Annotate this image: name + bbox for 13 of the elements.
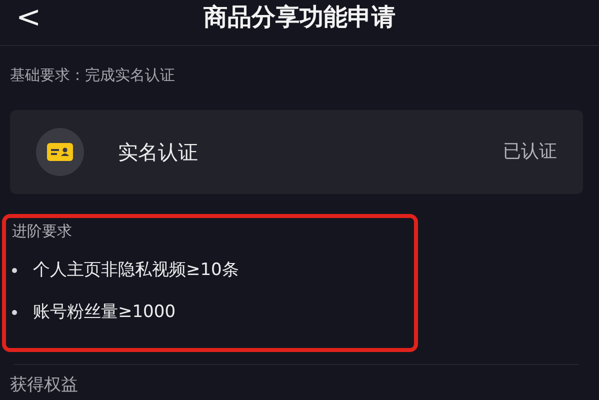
id-card-icon (36, 128, 84, 176)
bullet-icon (12, 310, 17, 315)
requirement-item: 个人主页非隐私视频≥10条 (33, 259, 239, 282)
requirement-item: 账号粉丝量≥1000 (33, 300, 176, 324)
back-button[interactable]: < (10, 0, 48, 36)
verification-label: 实名认证 (118, 138, 198, 166)
page-title: 商品分享功能申请 (204, 2, 396, 33)
basic-requirement-text: 基础要求：完成实名认证 (10, 66, 175, 84)
section-title: 进阶要求 (12, 222, 72, 240)
section-title: 获得权益 (10, 374, 78, 394)
verification-status: 已认证 (503, 140, 557, 164)
verification-card[interactable]: 实名认证 已认证 (10, 110, 583, 194)
bullet-icon (12, 268, 17, 274)
